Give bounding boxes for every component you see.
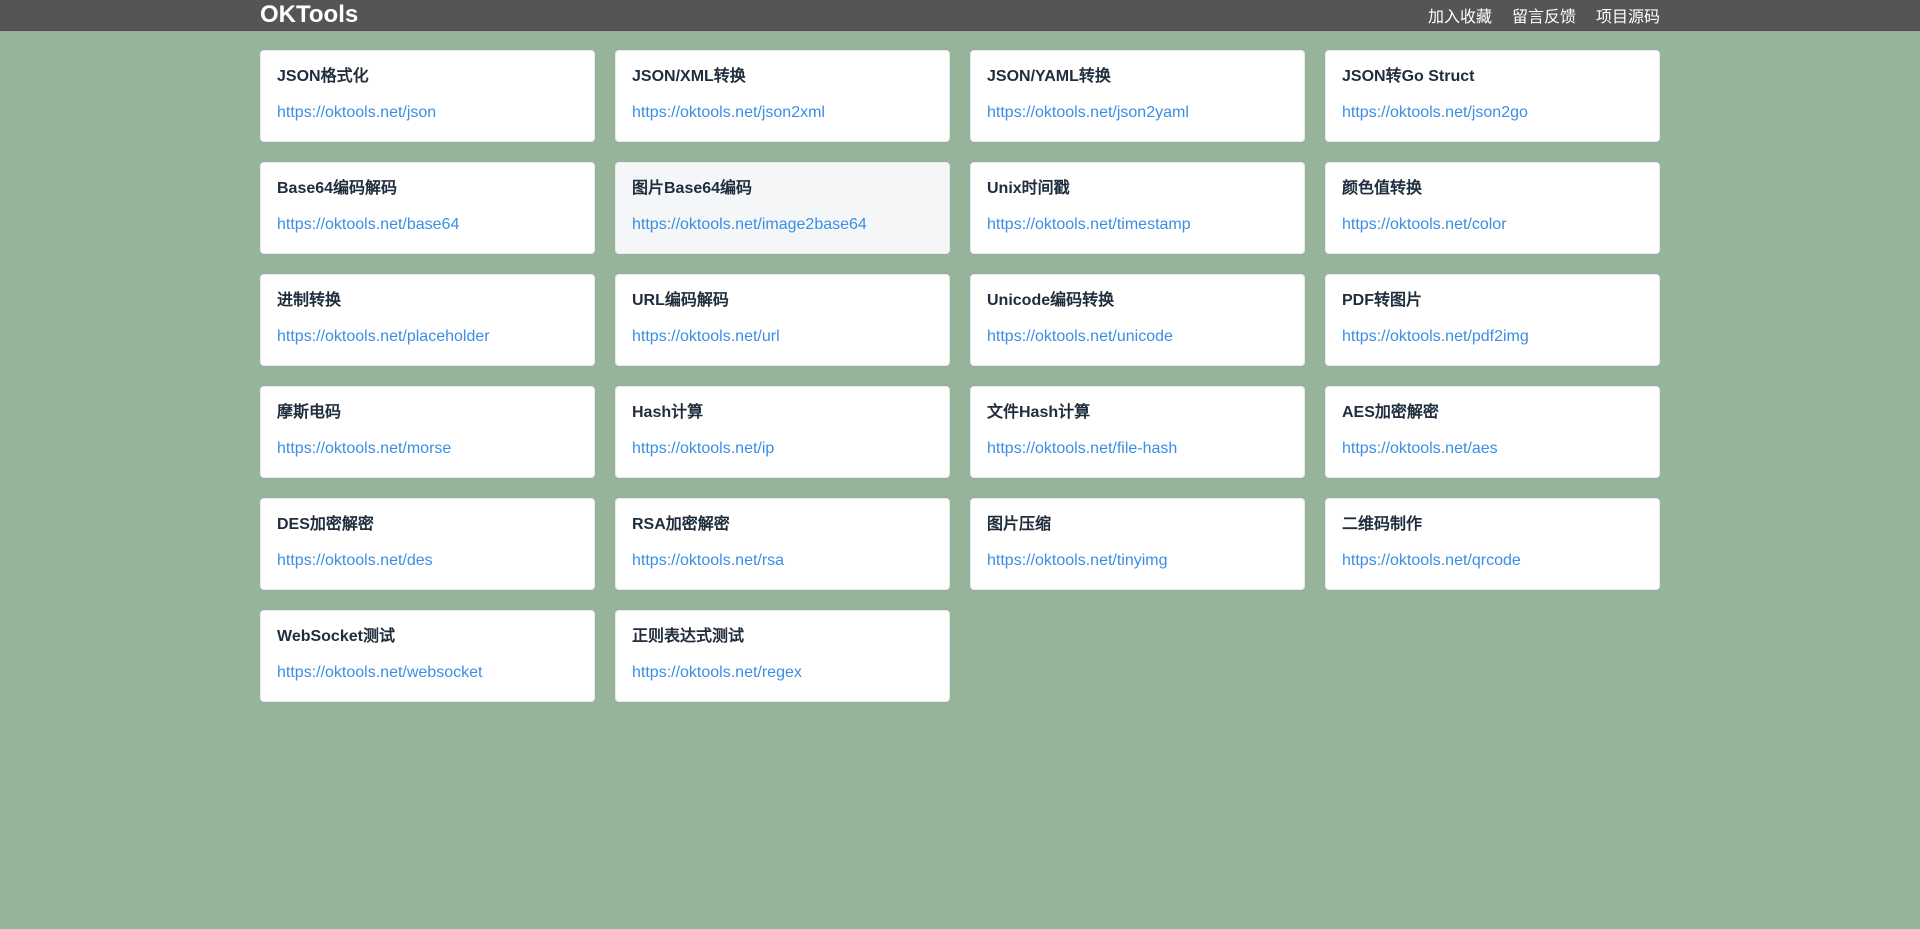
tool-card-link[interactable]: https://oktools.net/aes xyxy=(1342,439,1643,459)
tool-card-link[interactable]: https://oktools.net/morse xyxy=(277,439,578,459)
tool-card-title: 颜色值转换 xyxy=(1342,180,1423,197)
tool-card-color[interactable]: 颜色值转换 https://oktools.net/color xyxy=(1325,162,1660,254)
tool-card-title: 二维码制作 xyxy=(1342,516,1423,533)
tool-card-link[interactable]: https://oktools.net/url xyxy=(632,327,933,347)
tool-card-title: 正则表达式测试 xyxy=(632,628,745,645)
tool-card-json[interactable]: JSON格式化 https://oktools.net/json xyxy=(260,50,595,142)
tool-card-hash[interactable]: Hash计算 https://oktools.net/ip xyxy=(615,386,950,478)
nav-feedback[interactable]: 留言反馈 xyxy=(1512,3,1576,27)
tool-card-link[interactable]: https://oktools.net/pdf2img xyxy=(1342,327,1643,347)
tool-card-title: 图片压缩 xyxy=(987,516,1052,533)
tool-card-title: JSON格式化 xyxy=(277,68,369,85)
tool-card-link[interactable]: https://oktools.net/json2go xyxy=(1342,103,1643,123)
tool-card-link[interactable]: https://oktools.net/regex xyxy=(632,663,933,683)
tool-card-rsa[interactable]: RSA加密解密 https://oktools.net/rsa xyxy=(615,498,950,590)
tool-card-title: JSON/XML转换 xyxy=(632,68,746,85)
tool-card-title: JSON转Go Struct xyxy=(1342,68,1475,85)
tool-card-link[interactable]: https://oktools.net/websocket xyxy=(277,663,578,683)
tool-card-title: AES加密解密 xyxy=(1342,404,1439,421)
tool-card-timestamp[interactable]: Unix时间戳 https://oktools.net/timestamp xyxy=(970,162,1305,254)
tool-card-link[interactable]: https://oktools.net/unicode xyxy=(987,327,1288,347)
tool-card-link[interactable]: https://oktools.net/json2xml xyxy=(632,103,933,123)
tool-card-link[interactable]: https://oktools.net/image2base64 xyxy=(632,215,933,235)
tool-card-file-hash[interactable]: 文件Hash计算 https://oktools.net/file-hash xyxy=(970,386,1305,478)
tool-card-title: WebSocket测试 xyxy=(277,628,395,645)
tool-card-link[interactable]: https://oktools.net/base64 xyxy=(277,215,578,235)
tool-card-json2xml[interactable]: JSON/XML转换 https://oktools.net/json2xml xyxy=(615,50,950,142)
tool-card-morse[interactable]: 摩斯电码 https://oktools.net/morse xyxy=(260,386,595,478)
tool-card-title: Unix时间戳 xyxy=(987,180,1070,197)
tool-card-title: Hash计算 xyxy=(632,404,704,421)
tool-card-aes[interactable]: AES加密解密 https://oktools.net/aes xyxy=(1325,386,1660,478)
tool-card-unicode[interactable]: Unicode编码转换 https://oktools.net/unicode xyxy=(970,274,1305,366)
tool-card-link[interactable]: https://oktools.net/des xyxy=(277,551,578,571)
tool-card-title: 文件Hash计算 xyxy=(987,404,1091,421)
tool-card-regex[interactable]: 正则表达式测试 https://oktools.net/regex xyxy=(615,610,950,702)
nav-source-code[interactable]: 项目源码 xyxy=(1596,3,1660,27)
tool-card-url[interactable]: URL编码解码 https://oktools.net/url xyxy=(615,274,950,366)
nav-add-favorite[interactable]: 加入收藏 xyxy=(1428,3,1492,27)
tool-card-title: Base64编码解码 xyxy=(277,180,398,197)
top-navbar: OKTools 加入收藏 留言反馈 项目源码 xyxy=(0,0,1920,31)
tool-card-title: PDF转图片 xyxy=(1342,292,1423,309)
tool-card-link[interactable]: https://oktools.net/placeholder xyxy=(277,327,578,347)
tool-card-title: DES加密解密 xyxy=(277,516,374,533)
tool-card-link[interactable]: https://oktools.net/file-hash xyxy=(987,439,1288,459)
brand-logo[interactable]: OKTools xyxy=(260,0,358,30)
tool-card-title: RSA加密解密 xyxy=(632,516,730,533)
tool-card-base64[interactable]: Base64编码解码 https://oktools.net/base64 xyxy=(260,162,595,254)
tool-card-tinyimg[interactable]: 图片压缩 https://oktools.net/tinyimg xyxy=(970,498,1305,590)
tool-card-link[interactable]: https://oktools.net/ip xyxy=(632,439,933,459)
tool-card-link[interactable]: https://oktools.net/json2yaml xyxy=(987,103,1288,123)
tool-card-qrcode[interactable]: 二维码制作 https://oktools.net/qrcode xyxy=(1325,498,1660,590)
tool-card-link[interactable]: https://oktools.net/timestamp xyxy=(987,215,1288,235)
tool-card-title: URL编码解码 xyxy=(632,292,729,309)
tool-card-title: 进制转换 xyxy=(277,292,342,309)
tool-card-json2go[interactable]: JSON转Go Struct https://oktools.net/json2… xyxy=(1325,50,1660,142)
tool-card-link[interactable]: https://oktools.net/json xyxy=(277,103,578,123)
tool-card-pdf2img[interactable]: PDF转图片 https://oktools.net/pdf2img xyxy=(1325,274,1660,366)
tool-card-title: 图片Base64编码 xyxy=(632,180,753,197)
tool-card-title: 摩斯电码 xyxy=(277,404,342,421)
tool-card-link[interactable]: https://oktools.net/rsa xyxy=(632,551,933,571)
tool-card-link[interactable]: https://oktools.net/tinyimg xyxy=(987,551,1288,571)
tool-card-base-convert[interactable]: 进制转换 https://oktools.net/placeholder xyxy=(260,274,595,366)
tool-card-title: JSON/YAML转换 xyxy=(987,68,1111,85)
tool-card-json2yaml[interactable]: JSON/YAML转换 https://oktools.net/json2yam… xyxy=(970,50,1305,142)
top-nav: 加入收藏 留言反馈 项目源码 xyxy=(1428,0,1660,30)
tool-card-link[interactable]: https://oktools.net/qrcode xyxy=(1342,551,1643,571)
tool-card-image2base64[interactable]: 图片Base64编码 https://oktools.net/image2bas… xyxy=(615,162,950,254)
tools-grid: JSON格式化 https://oktools.net/json JSON/XM… xyxy=(260,50,1660,702)
tool-card-title: Unicode编码转换 xyxy=(987,292,1115,309)
tool-card-websocket[interactable]: WebSocket测试 https://oktools.net/websocke… xyxy=(260,610,595,702)
tool-card-link[interactable]: https://oktools.net/color xyxy=(1342,215,1643,235)
tool-card-des[interactable]: DES加密解密 https://oktools.net/des xyxy=(260,498,595,590)
